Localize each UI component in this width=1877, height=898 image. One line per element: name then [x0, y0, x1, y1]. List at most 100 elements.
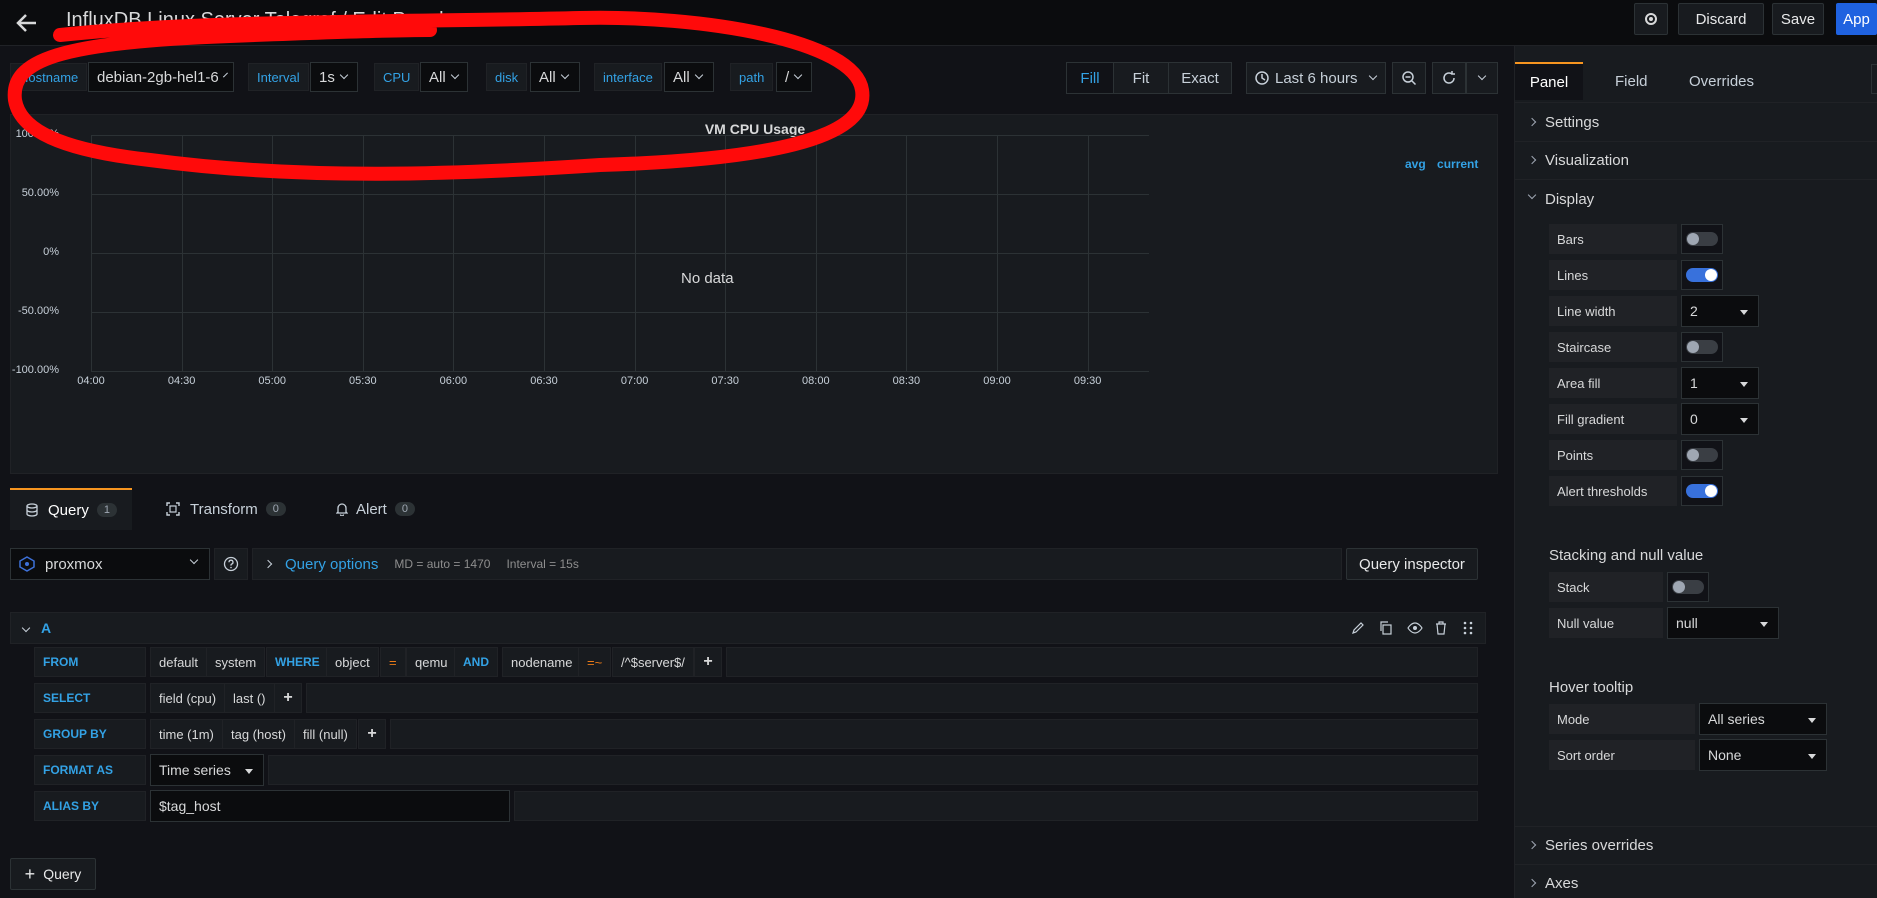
grid-line-vertical	[453, 135, 455, 371]
tab-field[interactable]: Field	[1615, 62, 1648, 100]
caret-down-icon	[1808, 718, 1816, 723]
variable-select-hostname[interactable]: debian-2gb-hel1-6	[88, 62, 234, 92]
sort-order-select[interactable]: None	[1699, 739, 1827, 771]
refresh-interval-dropdown[interactable]	[1466, 62, 1498, 94]
where-value-qemu[interactable]: qemu	[406, 647, 457, 677]
where-key-nodename[interactable]: nodename	[502, 647, 582, 677]
fill-gradient-select[interactable]: 0	[1681, 403, 1759, 435]
trash-icon[interactable]	[1435, 621, 1447, 635]
null-value-select[interactable]: null	[1667, 607, 1779, 639]
discard-button[interactable]: Discard	[1678, 3, 1764, 35]
add-select-button[interactable]: +	[274, 683, 302, 713]
select-field-cpu[interactable]: field (cpu)	[150, 683, 226, 713]
line-width-select[interactable]: 2	[1681, 295, 1759, 327]
section-settings[interactable]: Settings	[1515, 104, 1877, 142]
tab-query[interactable]: Query 1	[10, 488, 132, 530]
toggle-switch	[1686, 340, 1718, 354]
where-value-server[interactable]: /^$server$/	[612, 647, 694, 677]
section-label: Axes	[1545, 875, 1579, 892]
zoom-out-button[interactable]	[1392, 62, 1426, 94]
from-measurement[interactable]: system	[206, 647, 266, 677]
tab-transform[interactable]: Transform 0	[166, 488, 286, 530]
add-query-label: Query	[43, 866, 82, 882]
area-fill-select[interactable]: 1	[1681, 367, 1759, 399]
from-policy[interactable]: default	[150, 647, 208, 677]
query-ref-id[interactable]: A	[41, 620, 51, 636]
grid-line-vertical	[634, 135, 636, 371]
section-display[interactable]: Display	[1515, 180, 1877, 218]
chevron-down-icon	[694, 70, 703, 80]
tab-alert[interactable]: Alert 0	[336, 488, 415, 530]
select-last[interactable]: last ()	[224, 683, 275, 713]
datasource-help-button[interactable]	[214, 548, 248, 580]
variable-value: 1s	[319, 68, 335, 86]
select-value: 2	[1690, 303, 1698, 319]
format-select[interactable]: Time series	[150, 754, 264, 786]
tab-overrides[interactable]: Overrides	[1689, 62, 1754, 100]
section-visualization[interactable]: Visualization	[1515, 142, 1877, 180]
toggle-switch	[1672, 580, 1704, 594]
toggle-switch	[1686, 232, 1718, 246]
points-toggle[interactable]	[1681, 440, 1723, 470]
add-query-button[interactable]: + Query	[10, 858, 96, 890]
apply-button[interactable]: App	[1836, 3, 1877, 35]
where-operator-equals[interactable]: =	[380, 647, 406, 677]
view-mode-fill[interactable]: Fill	[1066, 62, 1114, 94]
variable-select-path[interactable]: /	[776, 62, 812, 92]
refresh-button[interactable]	[1432, 62, 1466, 94]
grid-line-vertical	[272, 135, 274, 371]
drag-handle-icon[interactable]	[1463, 621, 1473, 635]
where-operator-regex[interactable]: =~	[578, 647, 612, 677]
add-where-button[interactable]: +	[694, 647, 722, 677]
staircase-toggle[interactable]	[1681, 332, 1723, 362]
variable-select-disk[interactable]: All	[530, 62, 580, 92]
section-series-overrides[interactable]: Series overrides	[1515, 827, 1877, 865]
variable-value: debian-2gb-hel1-6	[97, 68, 219, 86]
back-arrow-icon[interactable]	[14, 10, 40, 36]
section-axes[interactable]: Axes	[1515, 865, 1877, 898]
options-pane: Panel Field Overrides Settings Visualiza…	[1514, 46, 1877, 898]
bars-toggle[interactable]	[1681, 224, 1723, 254]
lines-toggle[interactable]	[1681, 260, 1723, 290]
where-key-object[interactable]: object	[326, 647, 379, 677]
collapse-chevron-icon[interactable]	[21, 623, 31, 633]
duplicate-icon[interactable]	[1379, 621, 1393, 635]
view-mode-fit[interactable]: Fit	[1113, 62, 1169, 94]
query-row-header: A	[10, 612, 1486, 644]
time-range-picker[interactable]: Last 6 hours	[1246, 62, 1386, 94]
options-search-box[interactable]	[1871, 64, 1877, 94]
caret-down-icon	[1740, 310, 1748, 315]
caret-down-icon	[1740, 418, 1748, 423]
edit-icon[interactable]	[1351, 621, 1365, 635]
variable-select-interface[interactable]: All	[664, 62, 714, 92]
section-label: Display	[1545, 190, 1595, 208]
points-label: Points	[1549, 440, 1677, 470]
variable-select-interval[interactable]: 1s	[310, 62, 358, 92]
from-row-filler	[726, 647, 1478, 677]
groupby-fill[interactable]: fill (null)	[294, 719, 357, 749]
stack-toggle[interactable]	[1667, 572, 1709, 602]
tab-badge: 0	[265, 502, 286, 516]
tab-panel[interactable]: Panel	[1515, 62, 1583, 100]
view-mode-exact[interactable]: Exact	[1168, 62, 1232, 94]
groupby-tag-host[interactable]: tag (host)	[222, 719, 295, 749]
query-inspector-button[interactable]: Query inspector	[1346, 548, 1478, 580]
save-button[interactable]: Save	[1772, 3, 1824, 35]
variable-select-cpu[interactable]: All	[420, 62, 468, 92]
chart-panel: VM CPU Usage avg current 100.00% 50.00% 0%…	[10, 114, 1498, 474]
alias-input[interactable]: $tag_host	[150, 790, 510, 822]
datasource-picker[interactable]: proxmox	[10, 548, 210, 580]
groupby-time[interactable]: time (1m)	[150, 719, 223, 749]
x-tick-label: 06:00	[439, 375, 468, 387]
add-groupby-button[interactable]: +	[358, 719, 386, 749]
mode-select[interactable]: All series	[1699, 703, 1827, 735]
query-options-bar[interactable]: Query options MD = auto = 1470 Interval …	[252, 548, 1342, 580]
x-tick-label: 05:00	[258, 375, 286, 387]
where-label: WHERE	[266, 647, 329, 677]
grid-line-vertical	[544, 135, 545, 371]
settings-button[interactable]	[1634, 3, 1668, 35]
x-tick-label: 09:00	[983, 375, 1011, 387]
alert-thresholds-toggle[interactable]	[1681, 476, 1723, 506]
eye-icon[interactable]	[1407, 621, 1423, 635]
line-width-label: Line width	[1549, 296, 1677, 326]
